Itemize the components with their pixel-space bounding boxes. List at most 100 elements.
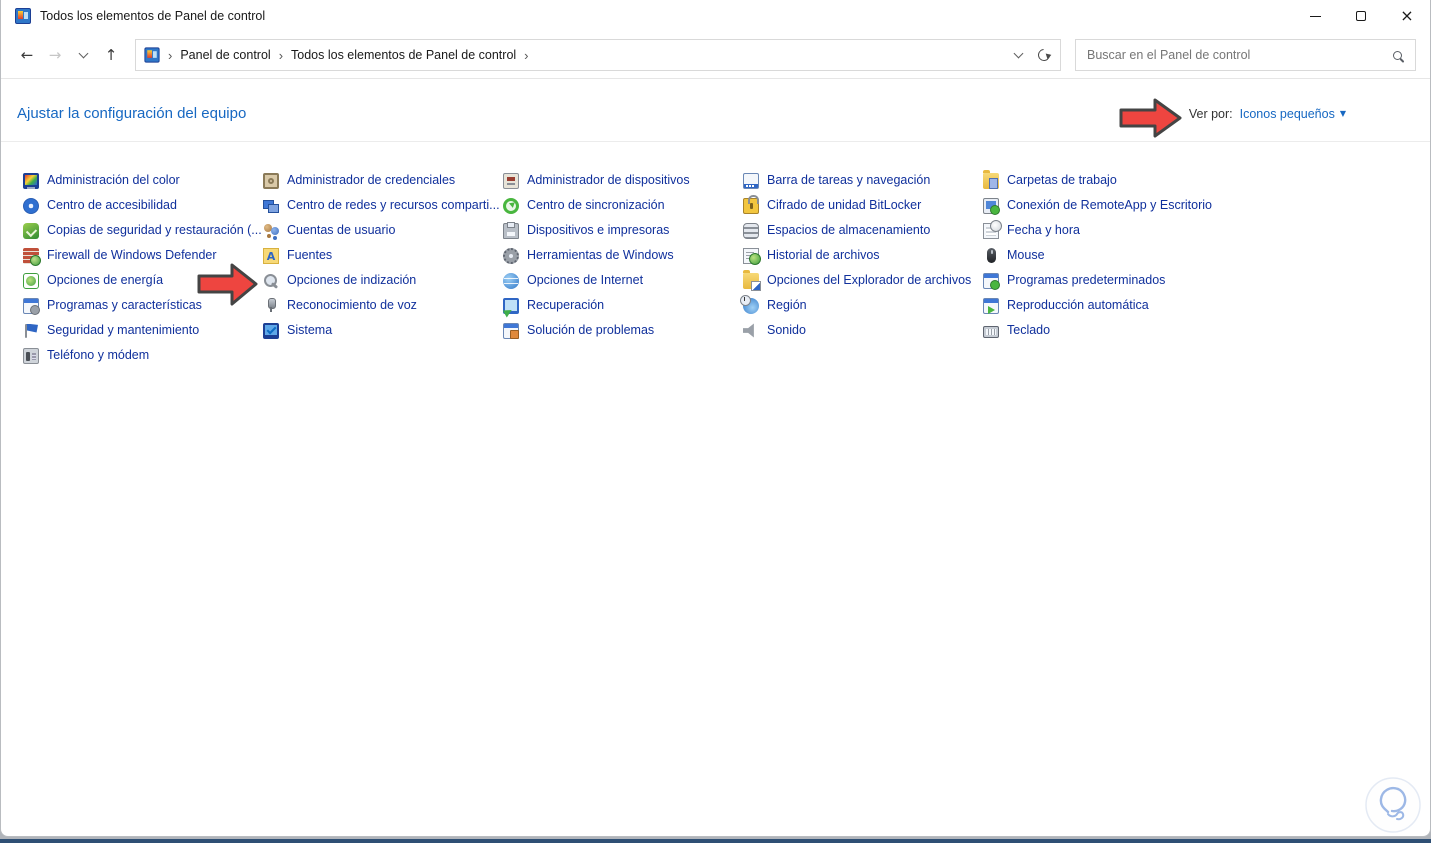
control-panel-item[interactable]: Conexión de RemoteApp y Escritorio bbox=[983, 193, 1223, 218]
control-panel-item[interactable]: Reproducción automática bbox=[983, 293, 1223, 318]
programs-features-icon bbox=[23, 297, 40, 315]
up-button[interactable]: ↑ bbox=[97, 41, 125, 69]
control-panel-item[interactable]: Centro de sincronización bbox=[503, 193, 743, 218]
control-panel-item[interactable]: Dispositivos e impresoras bbox=[503, 218, 743, 243]
control-panel-item[interactable]: Barra de tareas y navegación bbox=[743, 168, 983, 193]
control-panel-item[interactable]: Cuentas de usuario bbox=[263, 218, 503, 243]
control-panel-item[interactable]: Programas predeterminados bbox=[983, 268, 1223, 293]
control-panel-item[interactable]: Sonido bbox=[743, 318, 983, 343]
control-panel-item[interactable]: Espacios de almacenamiento bbox=[743, 218, 983, 243]
desktop-edge bbox=[0, 839, 1431, 843]
speech-recognition-icon bbox=[263, 297, 279, 314]
item-label: Administración del color bbox=[47, 173, 180, 188]
breadcrumb-panel-de-control[interactable]: Panel de control bbox=[180, 48, 270, 62]
control-panel-item[interactable]: Copias de seguridad y restauración (... bbox=[23, 218, 263, 243]
up-icon: ↑ bbox=[104, 46, 118, 64]
address-dropdown-icon[interactable] bbox=[1013, 48, 1024, 58]
refresh-icon[interactable] bbox=[1035, 46, 1053, 64]
item-label: Opciones de energía bbox=[47, 273, 164, 288]
item-label: Administrador de dispositivos bbox=[527, 173, 690, 188]
item-label: Conexión de RemoteApp y Escritorio bbox=[1007, 198, 1212, 213]
grid-column: Administrador de credenciales Centro de r… bbox=[263, 168, 503, 368]
address-bar[interactable]: › Panel de control › Todos los elementos… bbox=[135, 39, 1061, 71]
grid-column: Administración del color Centro de accesi… bbox=[23, 168, 263, 368]
control-panel-item[interactable]: Teclado bbox=[983, 318, 1223, 343]
troubleshooting-icon bbox=[503, 322, 519, 339]
control-panel-item[interactable]: Opciones de Internet bbox=[503, 268, 743, 293]
recent-pages-button[interactable] bbox=[69, 41, 97, 69]
control-panel-item[interactable]: Recuperación bbox=[503, 293, 743, 318]
item-label: Sistema bbox=[287, 323, 333, 338]
keyboard-icon bbox=[983, 325, 999, 338]
item-label: Región bbox=[767, 298, 807, 313]
grid-column: Barra de tareas y navegación Cifrado de u… bbox=[740, 168, 983, 368]
item-label: Programas y características bbox=[47, 298, 202, 313]
file-explorer-options-icon bbox=[743, 270, 761, 291]
internet-options-icon bbox=[503, 272, 519, 289]
control-panel-item[interactable]: Seguridad y mantenimiento bbox=[23, 318, 263, 343]
item-label: Espacios de almacenamiento bbox=[767, 223, 931, 238]
close-icon: × bbox=[1400, 6, 1414, 25]
breadcrumb-todos-los-elementos[interactable]: Todos los elementos de Panel de control bbox=[291, 48, 516, 62]
device-manager-icon bbox=[503, 172, 519, 189]
control-panel-item[interactable]: Opciones de energía bbox=[23, 268, 263, 293]
minimize-icon bbox=[1309, 15, 1321, 17]
storage-spaces-icon bbox=[743, 222, 759, 239]
control-panel-item[interactable]: Historial de archivos bbox=[743, 243, 983, 268]
close-button[interactable]: × bbox=[1384, 0, 1430, 32]
forward-button[interactable]: → bbox=[41, 41, 69, 69]
default-programs-icon bbox=[983, 272, 1000, 290]
breadcrumb-separator-icon: › bbox=[524, 47, 529, 63]
item-label: Fecha y hora bbox=[1007, 223, 1080, 238]
item-label: Cuentas de usuario bbox=[287, 223, 396, 238]
breadcrumb-separator-icon: › bbox=[168, 47, 173, 63]
view-by-dropdown[interactable]: Iconos pequeños ▼ bbox=[1240, 107, 1346, 121]
item-label: Teléfono y módem bbox=[47, 348, 150, 363]
item-label: Dispositivos e impresoras bbox=[527, 223, 670, 238]
control-panel-item[interactable]: Administrador de dispositivos bbox=[503, 168, 743, 193]
backup-restore-icon bbox=[23, 222, 39, 239]
bitlocker-icon bbox=[743, 194, 759, 214]
control-panel-item[interactable]: Reconocimiento de voz bbox=[263, 293, 503, 318]
control-panel-item[interactable]: Sistema bbox=[263, 318, 503, 343]
minimize-button[interactable] bbox=[1292, 0, 1338, 32]
item-label: Teclado bbox=[1007, 323, 1051, 338]
back-button[interactable]: ← bbox=[13, 41, 41, 69]
maximize-button[interactable] bbox=[1338, 0, 1384, 32]
item-label: Reconocimiento de voz bbox=[287, 298, 417, 313]
control-panel-item[interactable]: Solución de problemas bbox=[503, 318, 743, 343]
control-panel-item[interactable]: Fecha y hora bbox=[983, 218, 1223, 243]
item-label: Centro de sincronización bbox=[527, 198, 665, 213]
title-bar: Todos los elementos de Panel de control … bbox=[1, 0, 1430, 32]
control-panel-item[interactable]: Administrador de credenciales bbox=[263, 168, 503, 193]
page-header: Ajustar la configuración del equipo Ver … bbox=[1, 79, 1430, 141]
control-panel-item[interactable]: Región bbox=[740, 293, 983, 318]
windows-tools-icon bbox=[503, 247, 519, 264]
control-panel-item[interactable]: Programas y características bbox=[23, 293, 263, 318]
item-label: Reproducción automática bbox=[1007, 298, 1149, 313]
control-panel-item[interactable]: Centro de redes y recursos comparti... bbox=[263, 193, 503, 218]
window-title: Todos los elementos de Panel de control bbox=[40, 9, 266, 23]
control-panel-item[interactable]: Administración del color bbox=[23, 168, 263, 193]
control-panel-item[interactable]: Cifrado de unidad BitLocker bbox=[743, 193, 983, 218]
search-placeholder: Buscar en el Panel de control bbox=[1087, 48, 1251, 62]
control-panel-item[interactable]: Fuentes bbox=[263, 243, 503, 268]
chevron-down-icon bbox=[78, 48, 88, 58]
search-input[interactable]: Buscar en el Panel de control bbox=[1075, 39, 1416, 71]
item-label: Centro de accesibilidad bbox=[47, 198, 177, 213]
maximize-icon bbox=[1356, 11, 1366, 21]
grid-column: Administrador de dispositivos Centro de s… bbox=[503, 168, 743, 368]
item-label: Sonido bbox=[767, 323, 806, 338]
control-panel-item[interactable]: Teléfono y módem bbox=[23, 343, 263, 368]
work-folders-icon bbox=[983, 170, 999, 189]
control-panel-item[interactable]: Mouse bbox=[983, 243, 1223, 268]
control-panel-item[interactable]: Firewall de Windows Defender bbox=[23, 243, 263, 268]
control-panel-item[interactable]: Opciones del Explorador de archivos bbox=[743, 268, 983, 293]
control-panel-item[interactable]: Centro de accesibilidad bbox=[23, 193, 263, 218]
control-panel-item[interactable]: Carpetas de trabajo bbox=[983, 168, 1223, 193]
autoplay-icon bbox=[983, 297, 999, 314]
devices-printers-icon bbox=[503, 221, 519, 239]
search-icon bbox=[1393, 50, 1402, 60]
control-panel-item[interactable]: Opciones de indización bbox=[263, 268, 503, 293]
control-panel-item[interactable]: Herramientas de Windows bbox=[503, 243, 743, 268]
